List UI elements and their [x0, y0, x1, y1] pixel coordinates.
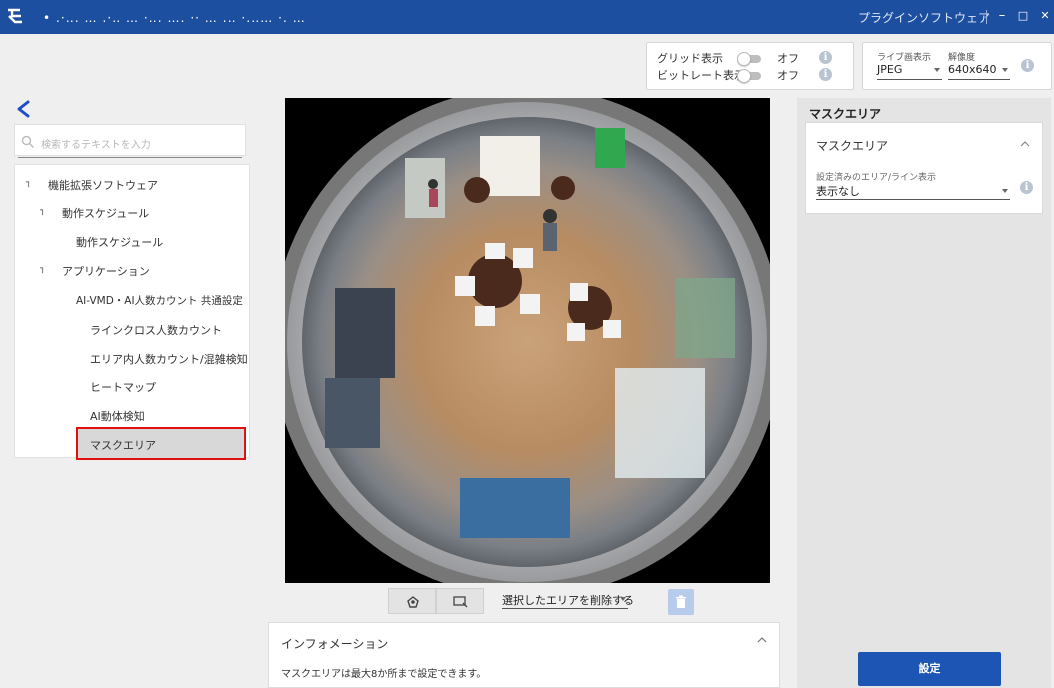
chevron-down-icon [934, 68, 940, 72]
delete-area-underline [502, 608, 628, 609]
collapse-icon[interactable]: ┐ [26, 178, 31, 188]
select-area-button[interactable] [436, 588, 484, 614]
trash-icon [676, 595, 686, 608]
area-display-info-icon[interactable]: i [1020, 181, 1033, 194]
chevron-down-icon [620, 597, 626, 601]
delete-area-select[interactable]: 選択したエリアを削除する [502, 592, 634, 608]
area-display-select[interactable]: 表示なし [816, 183, 860, 199]
app-label: プラグインソフトウェア [858, 11, 991, 25]
bitrate-label: ビットレート表示 [657, 69, 745, 82]
submit-button[interactable]: 設定 [858, 652, 1001, 686]
mask-area-card: マスクエリア 設定済みのエリア/ライン表示 表示なし i [805, 122, 1043, 214]
minimize-button[interactable]: – [993, 6, 1011, 26]
search-underline [18, 157, 242, 158]
tree-item-line-cross-count[interactable]: ラインクロス人数カウント [90, 322, 222, 338]
grid-toggle[interactable] [737, 52, 761, 66]
mask-icon [407, 596, 419, 608]
grid-value: オフ [777, 52, 799, 65]
search-icon [21, 135, 34, 148]
bitrate-value: オフ [777, 69, 799, 82]
information-panel: インフォメーション マスクエリアは最大8か所まで設定できます。 [268, 622, 780, 688]
panel-header: マスクエリア [809, 107, 882, 121]
chevron-down-icon [1002, 189, 1008, 193]
chevron-up-icon[interactable] [757, 635, 767, 645]
collapse-icon[interactable]: ┐ [40, 206, 45, 216]
tree-item-schedule[interactable]: 動作スケジュール [76, 234, 163, 250]
live-format-label: ライブ画表示 [877, 53, 932, 63]
tree-item-area-count[interactable]: エリア内人数カウント/混雑検知 [90, 351, 248, 367]
fisheye-image [285, 98, 770, 583]
area-display-underline [816, 199, 1010, 200]
collapse-icon[interactable]: ┐ [40, 264, 45, 274]
stream-settings-card: ライブ画表示 JPEG 解像度 640x640 i [862, 42, 1052, 90]
window-title: • ․·‥․ … ․·‥ … ·‥․ …․ ·· … ․‥ ·․‥… ·․ … [30, 11, 306, 25]
search-input[interactable]: 検索するテキストを入力 [41, 136, 151, 151]
resolution-label: 解像度 [948, 53, 976, 63]
tree-item-schedule-group[interactable]: 動作スケジュール [62, 205, 149, 221]
information-title: インフォメーション [281, 637, 389, 651]
display-toggles-card: グリッド表示 オフ i ビットレート表示 オフ i [646, 42, 854, 90]
bitrate-toggle[interactable] [737, 69, 761, 83]
back-arrow-icon[interactable] [14, 99, 34, 119]
mask-draw-button[interactable] [388, 588, 436, 614]
tree-item-application[interactable]: アプリケーション [62, 263, 150, 279]
settings-panel: マスクエリア マスクエリア 設定済みのエリア/ライン表示 表示なし i [797, 98, 1051, 688]
tree-item-extension-software[interactable]: 機能拡張ソフトウェア [48, 177, 158, 193]
stream-info-icon[interactable]: i [1021, 59, 1034, 72]
chevron-up-icon[interactable] [1020, 139, 1030, 149]
area-display-label: 設定済みのエリア/ライン表示 [816, 173, 937, 183]
information-message: マスクエリアは最大8か所まで設定できます。 [281, 669, 487, 680]
tree-item-ai-common-settings[interactable]: AI-VMD・AI人数カウント 共通設定 [76, 293, 243, 308]
delete-button[interactable] [668, 589, 694, 615]
camera-view[interactable] [285, 98, 770, 583]
tree-item-mask-area[interactable]: マスクエリア [90, 437, 156, 453]
live-format-select[interactable]: JPEG [877, 63, 902, 76]
mask-area-card-title: マスクエリア [816, 139, 889, 153]
chevron-down-icon [1002, 68, 1008, 72]
resolution-underline [948, 79, 1010, 80]
grid-label: グリッド表示 [657, 52, 723, 65]
tree-item-heatmap[interactable]: ヒートマップ [90, 379, 156, 395]
tree-item-ai-motion-detection[interactable]: AI動体検知 [90, 408, 145, 424]
search-box[interactable]: 検索するテキストを入力 [14, 124, 246, 156]
select-area-icon [453, 596, 468, 608]
title-separator [986, 10, 987, 24]
live-format-underline [877, 79, 942, 80]
close-button[interactable]: ✕ [1036, 6, 1054, 26]
title-bar: • ․·‥․ … ․·‥ … ·‥․ …․ ·· … ․‥ ·․‥… ·․ … … [0, 0, 1054, 34]
bitrate-info-icon[interactable]: i [819, 68, 832, 81]
maximize-button[interactable]: □ [1014, 6, 1032, 26]
app-logo-icon [8, 8, 22, 24]
resolution-select[interactable]: 640x640 [948, 63, 997, 76]
grid-info-icon[interactable]: i [819, 51, 832, 64]
